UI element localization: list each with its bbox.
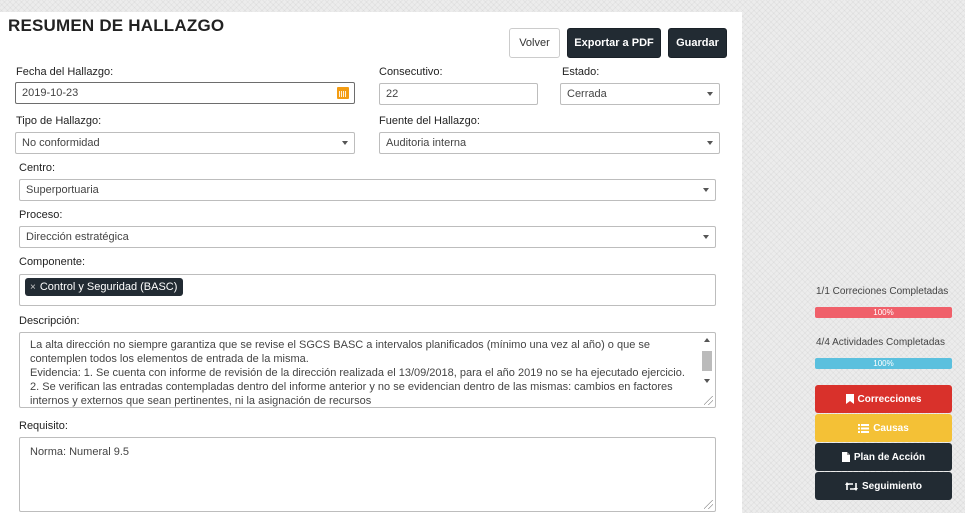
requisito-textarea[interactable]: Norma: Numeral 9.5: [19, 437, 716, 512]
chevron-down-icon: [707, 92, 713, 96]
descripcion-value: La alta dirección no siempre garantiza q…: [30, 339, 685, 407]
save-button[interactable]: Guardar: [668, 28, 727, 58]
estado-value: Cerrada: [567, 88, 607, 100]
export-pdf-button[interactable]: Exportar a PDF: [567, 28, 661, 58]
descripcion-scrollbar[interactable]: [701, 336, 713, 394]
centro-value: Superportuaria: [26, 184, 99, 196]
descripcion-textarea[interactable]: La alta dirección no siempre garantiza q…: [19, 332, 716, 408]
chevron-down-icon: [707, 141, 713, 145]
consecutivo-label: Consecutivo:: [379, 66, 443, 78]
seguimiento-button[interactable]: Seguimiento: [815, 472, 952, 500]
correcciones-progress-bar: 100%: [815, 307, 952, 318]
page-title: RESUMEN DE HALLAZGO: [8, 16, 225, 35]
fuente-value: Auditoria interna: [386, 137, 467, 149]
seguimiento-button-label: Seguimiento: [861, 480, 922, 492]
componente-multiselect[interactable]: × Control y Seguridad (BASC): [19, 274, 716, 306]
actividades-progress-bar: 100%: [815, 358, 952, 369]
estado-label: Estado:: [562, 66, 600, 78]
back-button[interactable]: Volver: [509, 28, 560, 58]
centro-select[interactable]: Superportuaria: [19, 179, 716, 201]
fecha-input[interactable]: 2019-10-23: [15, 82, 355, 104]
resize-handle-icon[interactable]: [704, 500, 713, 509]
retweet-icon: [844, 481, 858, 491]
componente-tag: × Control y Seguridad (BASC): [25, 278, 184, 296]
correcciones-button[interactable]: Correcciones: [815, 385, 952, 413]
tipo-select[interactable]: No conformidad: [15, 132, 355, 154]
causas-button-label: Causas: [873, 422, 909, 434]
actividades-progress-text: 100%: [873, 359, 894, 368]
bookmark-icon: [845, 394, 854, 404]
chevron-down-icon: [703, 188, 709, 192]
fecha-value: 2019-10-23: [22, 87, 79, 99]
fecha-label: Fecha del Hallazgo:: [16, 66, 114, 78]
resize-handle-icon[interactable]: [704, 396, 713, 405]
plan-de-accion-button-label: Plan de Acción: [853, 451, 926, 463]
centro-label: Centro:: [19, 162, 56, 174]
descripcion-label: Descripción:: [19, 315, 80, 327]
file-icon: [841, 452, 850, 462]
proceso-select[interactable]: Dirección estratégica: [19, 226, 716, 248]
remove-tag-icon[interactable]: ×: [30, 282, 36, 293]
proceso-label: Proceso:: [19, 209, 63, 221]
tipo-label: Tipo de Hallazgo:: [16, 115, 102, 127]
list-icon: [858, 423, 870, 433]
correcciones-button-label: Correcciones: [857, 393, 922, 405]
plan-de-accion-button[interactable]: Plan de Acción: [815, 443, 952, 471]
scroll-down-icon[interactable]: [704, 379, 710, 383]
actividades-progress-label: 4/4 Actividades Completadas: [816, 337, 945, 348]
correcciones-progress-text: 100%: [873, 308, 894, 317]
fuente-label: Fuente del Hallazgo:: [379, 115, 480, 127]
scroll-thumb[interactable]: [702, 351, 712, 371]
calendar-icon[interactable]: [337, 87, 349, 99]
componente-label: Componente:: [19, 256, 86, 268]
consecutivo-input[interactable]: 22: [379, 83, 538, 105]
requisito-value: Norma: Numeral 9.5: [30, 446, 130, 458]
causas-button[interactable]: Causas: [815, 414, 952, 442]
proceso-value: Dirección estratégica: [26, 231, 129, 243]
estado-select[interactable]: Cerrada: [560, 83, 720, 105]
correcciones-progress-label: 1/1 Correciones Completadas: [816, 286, 949, 297]
tipo-value: No conformidad: [22, 137, 100, 149]
componente-tag-label: Control y Seguridad (BASC): [39, 281, 178, 293]
scroll-up-icon[interactable]: [704, 338, 710, 342]
fuente-select[interactable]: Auditoria interna: [379, 132, 720, 154]
chevron-down-icon: [703, 235, 709, 239]
requisito-label: Requisito:: [19, 420, 68, 432]
consecutivo-value: 22: [386, 88, 399, 100]
chevron-down-icon: [342, 141, 348, 145]
